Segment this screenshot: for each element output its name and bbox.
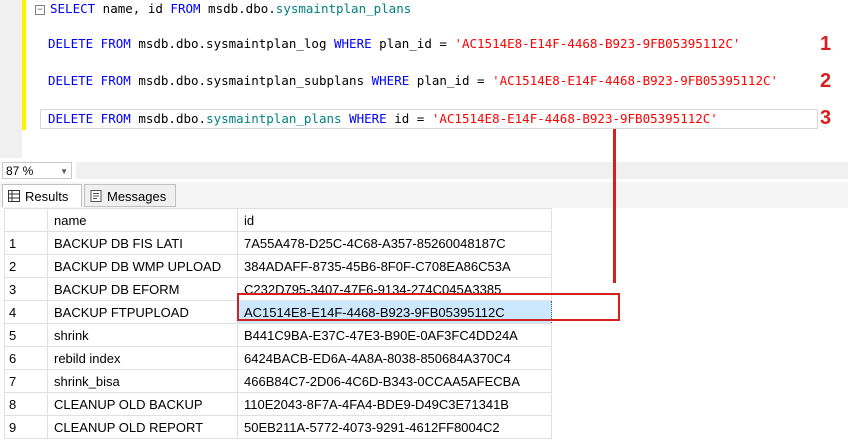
row-number[interactable]: 3 <box>4 277 48 301</box>
row-number[interactable]: 9 <box>4 415 48 439</box>
sql-keyword: FROM <box>170 1 201 16</box>
table-row[interactable]: 9 CLEANUP OLD REPORT 50EB211A-5772-4073-… <box>4 415 552 439</box>
sql-table-name: sysmaintplan_plans <box>206 111 342 126</box>
tab-results-label: Results <box>25 189 69 204</box>
row-number[interactable]: 2 <box>4 254 48 278</box>
sql-text: id = <box>386 111 432 126</box>
cell-name[interactable]: BACKUP FTPUPLOAD <box>47 300 238 324</box>
row-number[interactable]: 4 <box>4 300 48 324</box>
annotation-marker-1: 1 <box>820 33 832 55</box>
column-header-id[interactable]: id <box>237 208 552 232</box>
sql-text: msdb.dbo. <box>200 1 276 16</box>
sql-keyword: DELETE FROM <box>48 73 131 88</box>
annotation-highlight-box <box>237 293 620 321</box>
horizontal-scrollbar[interactable] <box>76 162 848 179</box>
sql-table-name: sysmaintplan_plans <box>275 1 412 16</box>
table-row[interactable]: 6 rebild index 6424BACB-ED6A-4A8A-8038-8… <box>4 346 552 370</box>
cell-name[interactable]: CLEANUP OLD REPORT <box>47 415 238 439</box>
sql-text: plan_id = <box>409 73 493 88</box>
editor-gutter <box>0 0 22 158</box>
cell-name[interactable]: shrink <box>47 323 238 347</box>
code-line-7[interactable]: DELETE FROM msdb.dbo.sysmaintplan_plans … <box>48 110 718 128</box>
results-grid[interactable]: name id 1 BACKUP DB FIS LATI 7A55A478-D2… <box>4 208 552 439</box>
sql-text: msdb.dbo.sysmaintplan_subplans <box>130 73 372 88</box>
table-row[interactable]: 2 BACKUP DB WMP UPLOAD 384ADAFF-8735-45B… <box>4 254 552 278</box>
code-line-5[interactable]: DELETE FROM msdb.dbo.sysmaintplan_subpla… <box>48 72 778 90</box>
sql-text: plan_id = <box>371 36 455 51</box>
messages-icon <box>90 190 102 202</box>
code-line-3[interactable]: DELETE FROM msdb.dbo.sysmaintplan_log WH… <box>48 35 740 53</box>
cell-name[interactable]: CLEANUP OLD BACKUP <box>47 392 238 416</box>
sql-keyword: WHERE <box>349 111 387 126</box>
sql-text: msdb.dbo.sysmaintplan_log <box>130 36 334 51</box>
cell-id[interactable]: 7A55A478-D25C-4C68-A357-85260048187C <box>237 231 552 255</box>
row-number[interactable]: 5 <box>4 323 48 347</box>
cell-id[interactable]: 110E2043-8F7A-4FA4-BDE9-D49C3E71341B <box>237 392 552 416</box>
table-row[interactable]: 8 CLEANUP OLD BACKUP 110E2043-8F7A-4FA4-… <box>4 392 552 416</box>
query-editor[interactable]: − SELECT name, id FROM msdb.dbo.sysmaint… <box>0 0 848 158</box>
tab-messages-label: Messages <box>107 189 167 204</box>
sql-string: 'AC1514E8-E14F-4468-B923-9FB05395112C' <box>454 36 741 51</box>
sql-string: 'AC1514E8-E14F-4468-B923-9FB05395112C' <box>431 111 718 126</box>
annotation-connector-line <box>613 129 616 283</box>
collapse-icon[interactable]: − <box>35 5 45 15</box>
cell-id[interactable]: B441C9BA-E37C-47E3-B90E-0AF3FC4DD24A <box>237 323 552 347</box>
cell-id[interactable]: 466B84C7-2D06-4C6D-B343-0CCAA5AFECBA <box>237 369 552 393</box>
cell-id[interactable]: 384ADAFF-8735-45B6-8F0F-C708EA86C53A <box>237 254 552 278</box>
table-row[interactable]: 5 shrink B441C9BA-E37C-47E3-B90E-0AF3FC4… <box>4 323 552 347</box>
row-number[interactable]: 8 <box>4 392 48 416</box>
row-number[interactable]: 6 <box>4 346 48 370</box>
sql-keyword: WHERE <box>334 36 372 51</box>
sql-text: name, id <box>95 1 171 16</box>
row-number[interactable]: 7 <box>4 369 48 393</box>
tab-messages[interactable]: Messages <box>84 184 176 207</box>
sql-string: 'AC1514E8-E14F-4468-B923-9FB05395112C' <box>492 73 779 88</box>
zoom-value: 87 % <box>6 164 34 178</box>
code-line-1[interactable]: SELECT name, id FROM msdb.dbo.sysmaintpl… <box>50 0 411 18</box>
change-indicator <box>22 0 26 130</box>
cell-name[interactable]: BACKUP DB EFORM <box>47 277 238 301</box>
sql-keyword: SELECT <box>50 1 96 16</box>
row-number-header[interactable] <box>4 208 48 232</box>
cell-id[interactable]: 6424BACB-ED6A-4A8A-8038-850684A370C4 <box>237 346 552 370</box>
cell-name[interactable]: BACKUP DB FIS LATI <box>47 231 238 255</box>
sql-keyword: DELETE FROM <box>48 111 131 126</box>
sql-text: msdb.dbo. <box>130 111 207 126</box>
annotation-marker-3: 3 <box>820 107 832 129</box>
zoom-select[interactable]: 87 % ▼ <box>2 162 72 179</box>
chevron-down-icon[interactable]: ▼ <box>60 163 68 180</box>
annotation-marker-2: 2 <box>820 70 832 92</box>
cell-id[interactable]: 50EB211A-5772-4073-9291-4612FF8004C2 <box>237 415 552 439</box>
row-number[interactable]: 1 <box>4 231 48 255</box>
cell-name[interactable]: rebild index <box>47 346 238 370</box>
grid-header-row: name id <box>4 208 552 232</box>
column-header-name[interactable]: name <box>47 208 238 232</box>
tab-results[interactable]: Results <box>2 184 82 207</box>
sql-keyword: DELETE FROM <box>48 36 131 51</box>
table-row[interactable]: 7 shrink_bisa 466B84C7-2D06-4C6D-B343-0C… <box>4 369 552 393</box>
sql-keyword: WHERE <box>371 73 410 88</box>
cell-name[interactable]: shrink_bisa <box>47 369 238 393</box>
table-row[interactable]: 1 BACKUP DB FIS LATI 7A55A478-D25C-4C68-… <box>4 231 552 255</box>
grid-icon <box>8 190 20 202</box>
cell-name[interactable]: BACKUP DB WMP UPLOAD <box>47 254 238 278</box>
